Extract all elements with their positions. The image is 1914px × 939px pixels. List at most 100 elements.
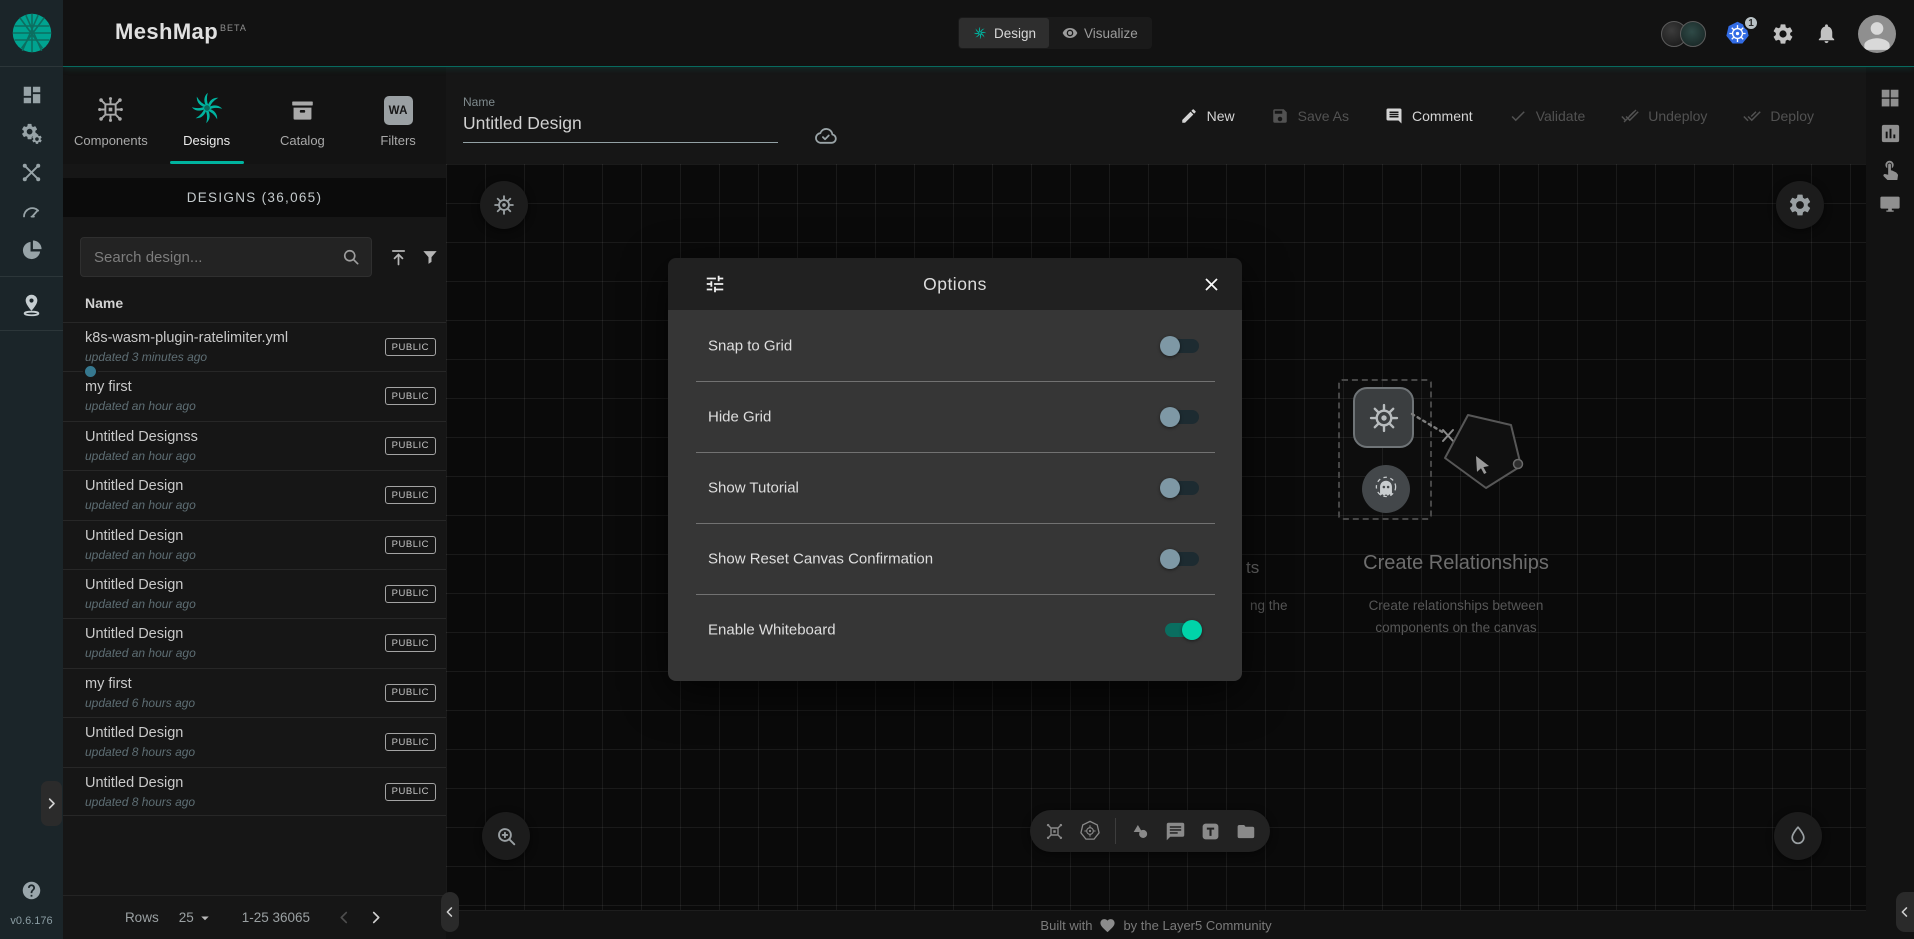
floppy-icon xyxy=(1271,107,1289,125)
comment-tool-button[interactable] xyxy=(1165,821,1186,842)
design-name-field: Name xyxy=(463,95,778,143)
user-avatar[interactable] xyxy=(1858,15,1896,53)
rail-divider xyxy=(0,330,63,331)
whiteboard-pen-button[interactable] xyxy=(1774,812,1822,860)
collaborator-avatar-2[interactable] xyxy=(1680,21,1706,47)
kubernetes-quick-button[interactable] xyxy=(480,181,528,229)
design-row[interactable]: Untitled Designss updated an hour ago PU… xyxy=(63,421,446,470)
filter-button[interactable] xyxy=(420,247,440,267)
comment-button[interactable]: Comment xyxy=(1385,107,1473,125)
tab-filters[interactable]: WA Filters xyxy=(350,67,446,164)
design-row[interactable]: my first updated 6 hours ago PUBLIC xyxy=(63,668,446,717)
tab-designs[interactable]: Designs xyxy=(159,67,255,164)
design-row[interactable]: Untitled Design updated an hour ago PUBL… xyxy=(63,520,446,569)
deploy-button[interactable]: Deploy xyxy=(1743,107,1814,125)
design-name: Untitled Design xyxy=(85,528,183,544)
interaction-mode-button[interactable] xyxy=(1879,158,1901,180)
create-relationships-hint: Create Relationships Create relationship… xyxy=(1306,552,1606,638)
nav-extensions[interactable] xyxy=(0,231,63,270)
design-row[interactable]: k8s-wasm-plugin-ratelimiter.yml updated … xyxy=(63,322,446,371)
design-row[interactable]: Untitled Design updated an hour ago PUBL… xyxy=(63,470,446,519)
footer-prefix: Built with xyxy=(1040,918,1092,933)
new-design-button[interactable]: New xyxy=(1180,107,1235,125)
next-page-button[interactable] xyxy=(367,909,384,926)
kubernetes-tool-button[interactable] xyxy=(1079,820,1101,842)
search-input[interactable] xyxy=(94,249,341,266)
designs-spiral-icon xyxy=(190,91,224,125)
layer5-logo[interactable] xyxy=(0,0,63,67)
funnel-icon xyxy=(420,247,440,267)
chevron-left-icon xyxy=(1898,905,1912,919)
rows-per-page-select[interactable]: 25 xyxy=(179,909,214,927)
hide-grid-toggle[interactable] xyxy=(1160,407,1202,427)
nav-dashboard[interactable] xyxy=(0,75,63,114)
design-row[interactable]: Untitled Design updated an hour ago PUBL… xyxy=(63,618,446,667)
k8s-wheel-icon xyxy=(491,192,517,218)
tab-components-label: Components xyxy=(74,133,148,148)
shapes-tool-button[interactable] xyxy=(1130,821,1151,842)
zoom-in-icon xyxy=(494,824,519,849)
design-name-input[interactable] xyxy=(463,113,778,134)
mode-design-label: Design xyxy=(994,26,1036,41)
undeploy-button[interactable]: Undeploy xyxy=(1621,107,1707,125)
show-tutorial-toggle[interactable] xyxy=(1160,478,1202,498)
comment-label: Comment xyxy=(1412,108,1473,124)
add-component-button[interactable] xyxy=(1044,821,1065,842)
upload-icon xyxy=(388,247,409,268)
visibility-badge: PUBLIC xyxy=(385,733,436,751)
zoom-button[interactable] xyxy=(482,812,530,860)
pagination-bar: Rows 25 1-25 36065 xyxy=(63,895,446,939)
visibility-badge: PUBLIC xyxy=(385,387,436,405)
setting-snap-to-grid: Snap to Grid xyxy=(668,310,1242,381)
nav-meshmap[interactable] xyxy=(0,285,63,324)
app-title: MeshMapBETA xyxy=(115,19,247,45)
kubernetes-context-button[interactable]: 1 xyxy=(1724,20,1751,47)
previous-page-button[interactable] xyxy=(336,909,353,926)
help-button[interactable] xyxy=(0,880,63,901)
visibility-badge: PUBLIC xyxy=(385,536,436,554)
kubernetes-context-badge: 1 xyxy=(1743,15,1759,31)
nav-configuration[interactable] xyxy=(0,153,63,192)
validate-label: Validate xyxy=(1536,108,1586,124)
nav-lifecycle[interactable] xyxy=(0,114,63,153)
analytics-button[interactable] xyxy=(1879,122,1902,145)
design-row[interactable]: Untitled Design updated 8 hours ago PUBL… xyxy=(63,717,446,766)
mode-switch: Design Visualize xyxy=(958,17,1152,49)
design-row[interactable]: my first updated an hour ago PUBLIC xyxy=(63,371,446,420)
panel-expand-handle[interactable] xyxy=(41,781,62,826)
notifications-button[interactable] xyxy=(1815,22,1838,45)
screen-share-button[interactable] xyxy=(1879,193,1901,215)
setting-show-reset-confirmation: Show Reset Canvas Confirmation xyxy=(668,523,1242,594)
beta-tag: BETA xyxy=(220,23,247,33)
enable-whiteboard-toggle[interactable] xyxy=(1160,620,1202,640)
mascot-node xyxy=(1362,465,1410,513)
gears-icon xyxy=(20,122,44,146)
text-tool-button[interactable] xyxy=(1200,821,1221,842)
settings-button[interactable] xyxy=(1771,22,1795,46)
save-as-button[interactable]: Save As xyxy=(1271,107,1349,125)
tab-components[interactable]: Components xyxy=(63,67,159,164)
options-modal-header: Options xyxy=(668,258,1242,310)
mode-design-button[interactable]: Design xyxy=(959,18,1049,48)
validate-button[interactable]: Validate xyxy=(1509,107,1586,125)
mode-visualize-button[interactable]: Visualize xyxy=(1049,18,1151,48)
import-design-button[interactable] xyxy=(388,247,409,268)
snap-to-grid-toggle[interactable] xyxy=(1160,336,1202,356)
design-row[interactable]: Untitled Design updated 8 hours ago PUBL… xyxy=(63,767,446,816)
tab-catalog[interactable]: Catalog xyxy=(255,67,351,164)
options-modal-body: Snap to Grid Hide Grid Show Tutorial Sho… xyxy=(668,310,1242,681)
close-button[interactable] xyxy=(1201,274,1222,295)
design-updated: updated 6 hours ago xyxy=(85,696,195,710)
bottom-panel-expand-left[interactable] xyxy=(441,892,459,932)
nav-performance[interactable] xyxy=(0,192,63,231)
canvas-options-button[interactable] xyxy=(1776,181,1824,229)
design-row[interactable]: Untitled Design updated an hour ago PUBL… xyxy=(63,569,446,618)
visibility-badge: PUBLIC xyxy=(385,486,436,504)
help-icon xyxy=(21,880,42,901)
comment-icon xyxy=(1165,821,1186,842)
media-tool-button[interactable] xyxy=(1235,821,1256,842)
bottom-panel-expand-right[interactable] xyxy=(1896,892,1914,932)
layout-grid-button[interactable] xyxy=(1879,87,1901,109)
bar-chart-icon xyxy=(1879,122,1902,145)
show-reset-canvas-confirmation-toggle[interactable] xyxy=(1160,549,1202,569)
